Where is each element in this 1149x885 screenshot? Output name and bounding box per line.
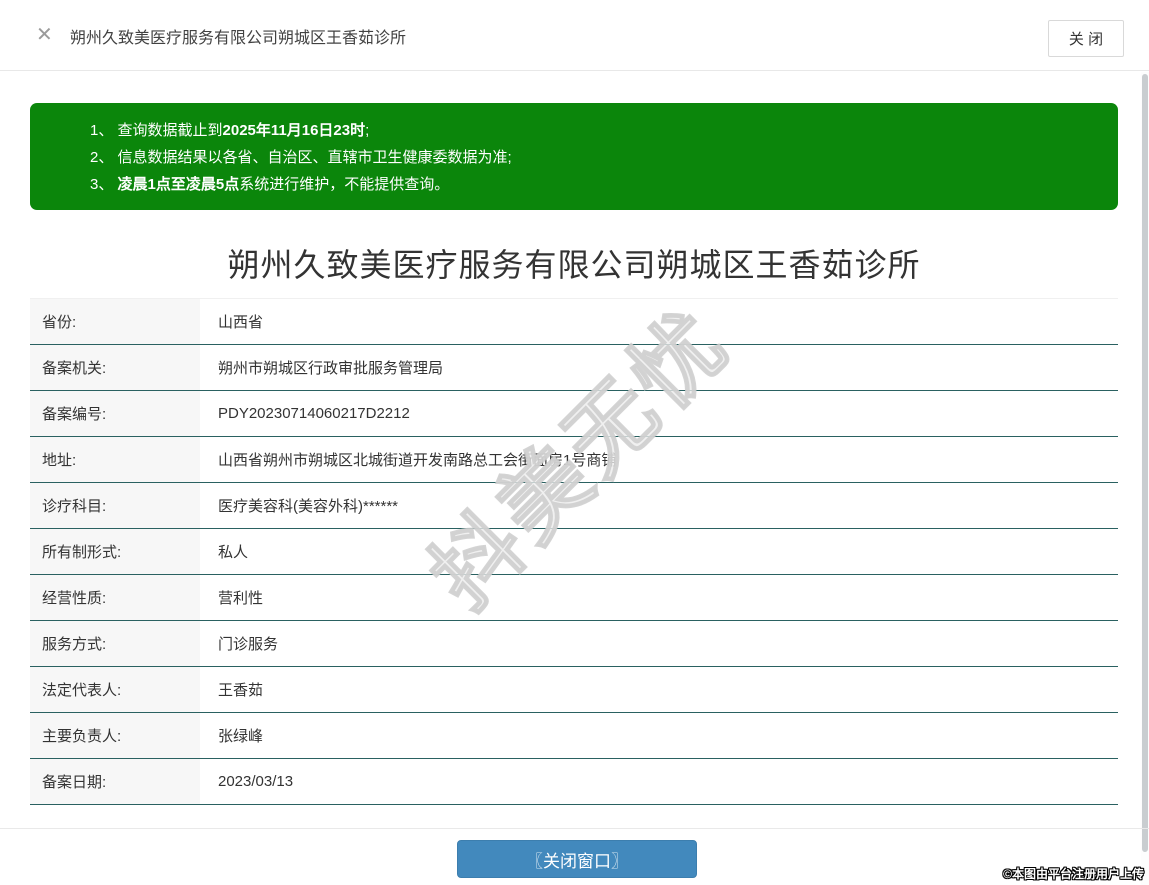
row-value: 王香茹: [200, 667, 1118, 712]
notice-line-1: 1、 查询数据截止到2025年11月16日23时;: [90, 122, 370, 139]
row-value: 张绿峰: [200, 713, 1118, 758]
footer-divider: [0, 828, 1149, 829]
row-value: 门诊服务: [200, 621, 1118, 666]
row-label: 备案编号:: [30, 391, 200, 436]
close-x-icon[interactable]: ✕: [36, 24, 53, 46]
row-label: 经营性质:: [30, 575, 200, 620]
row-label: 诊疗科目:: [30, 483, 200, 528]
close-button[interactable]: 关 闭: [1048, 20, 1124, 57]
header-title: 朔州久致美医疗服务有限公司朔城区王香茹诊所: [70, 29, 407, 47]
table-row-filing-authority: 备案机关: 朔州市朔城区行政审批服务管理局: [30, 345, 1118, 391]
row-value: 山西省: [200, 299, 1118, 344]
table-row-service-mode: 服务方式: 门诊服务: [30, 621, 1118, 667]
row-label: 备案机关:: [30, 345, 200, 390]
row-value: 营利性: [200, 575, 1118, 620]
close-window-button[interactable]: 〖关闭窗口〗: [457, 840, 697, 878]
row-label: 备案日期:: [30, 759, 200, 804]
table-row-main-person-in-charge: 主要负责人: 张绿峰: [30, 713, 1118, 759]
table-row-business-nature: 经营性质: 营利性: [30, 575, 1118, 621]
table-row-filing-number: 备案编号: PDY20230714060217D2212: [30, 391, 1118, 437]
page-title: 朔州久致美医疗服务有限公司朔城区王香茹诊所: [227, 247, 921, 283]
notice-line-3: 3、 凌晨1点至凌晨5点系统进行维护，不能提供查询。: [90, 176, 450, 193]
table-row-filing-date: 备案日期: 2023/03/13: [30, 759, 1118, 805]
row-value: 私人: [200, 529, 1118, 574]
row-value: 山西省朔州市朔城区北城街道开发南路总工会街面房1号商铺: [200, 437, 1118, 482]
table-row-treatment-subjects: 诊疗科目: 医疗美容科(美容外科)******: [30, 483, 1118, 529]
row-value: 医疗美容科(美容外科)******: [200, 483, 1118, 528]
scrollbar-thumb[interactable]: [1142, 74, 1148, 852]
info-table: 省份: 山西省 备案机关: 朔州市朔城区行政审批服务管理局 备案编号: PDY2…: [30, 298, 1118, 805]
header-bar: ✕ 朔州久致美医疗服务有限公司朔城区王香茹诊所 关 闭: [0, 0, 1149, 71]
row-label: 所有制形式:: [30, 529, 200, 574]
row-value: 朔州市朔城区行政审批服务管理局: [200, 345, 1118, 390]
table-row-province: 省份: 山西省: [30, 299, 1118, 345]
row-label: 服务方式:: [30, 621, 200, 666]
scrollbar-track[interactable]: [1141, 72, 1149, 885]
table-row-address: 地址: 山西省朔州市朔城区北城街道开发南路总工会街面房1号商铺: [30, 437, 1118, 483]
notice-box: 1、 查询数据截止到2025年11月16日23时; 2、 信息数据结果以各省、自…: [30, 103, 1118, 210]
notice-line-2: 2、 信息数据结果以各省、自治区、直辖市卫生健康委数据为准;: [90, 149, 512, 166]
table-row-ownership-form: 所有制形式: 私人: [30, 529, 1118, 575]
row-label: 省份:: [30, 299, 200, 344]
row-label: 主要负责人:: [30, 713, 200, 758]
row-label: 地址:: [30, 437, 200, 482]
upload-note: ©本图由平台注册用户上传: [1003, 867, 1144, 881]
table-row-legal-representative: 法定代表人: 王香茹: [30, 667, 1118, 713]
row-value: 2023/03/13: [200, 759, 1118, 804]
row-value: PDY20230714060217D2212: [200, 391, 1118, 436]
row-label: 法定代表人:: [30, 667, 200, 712]
